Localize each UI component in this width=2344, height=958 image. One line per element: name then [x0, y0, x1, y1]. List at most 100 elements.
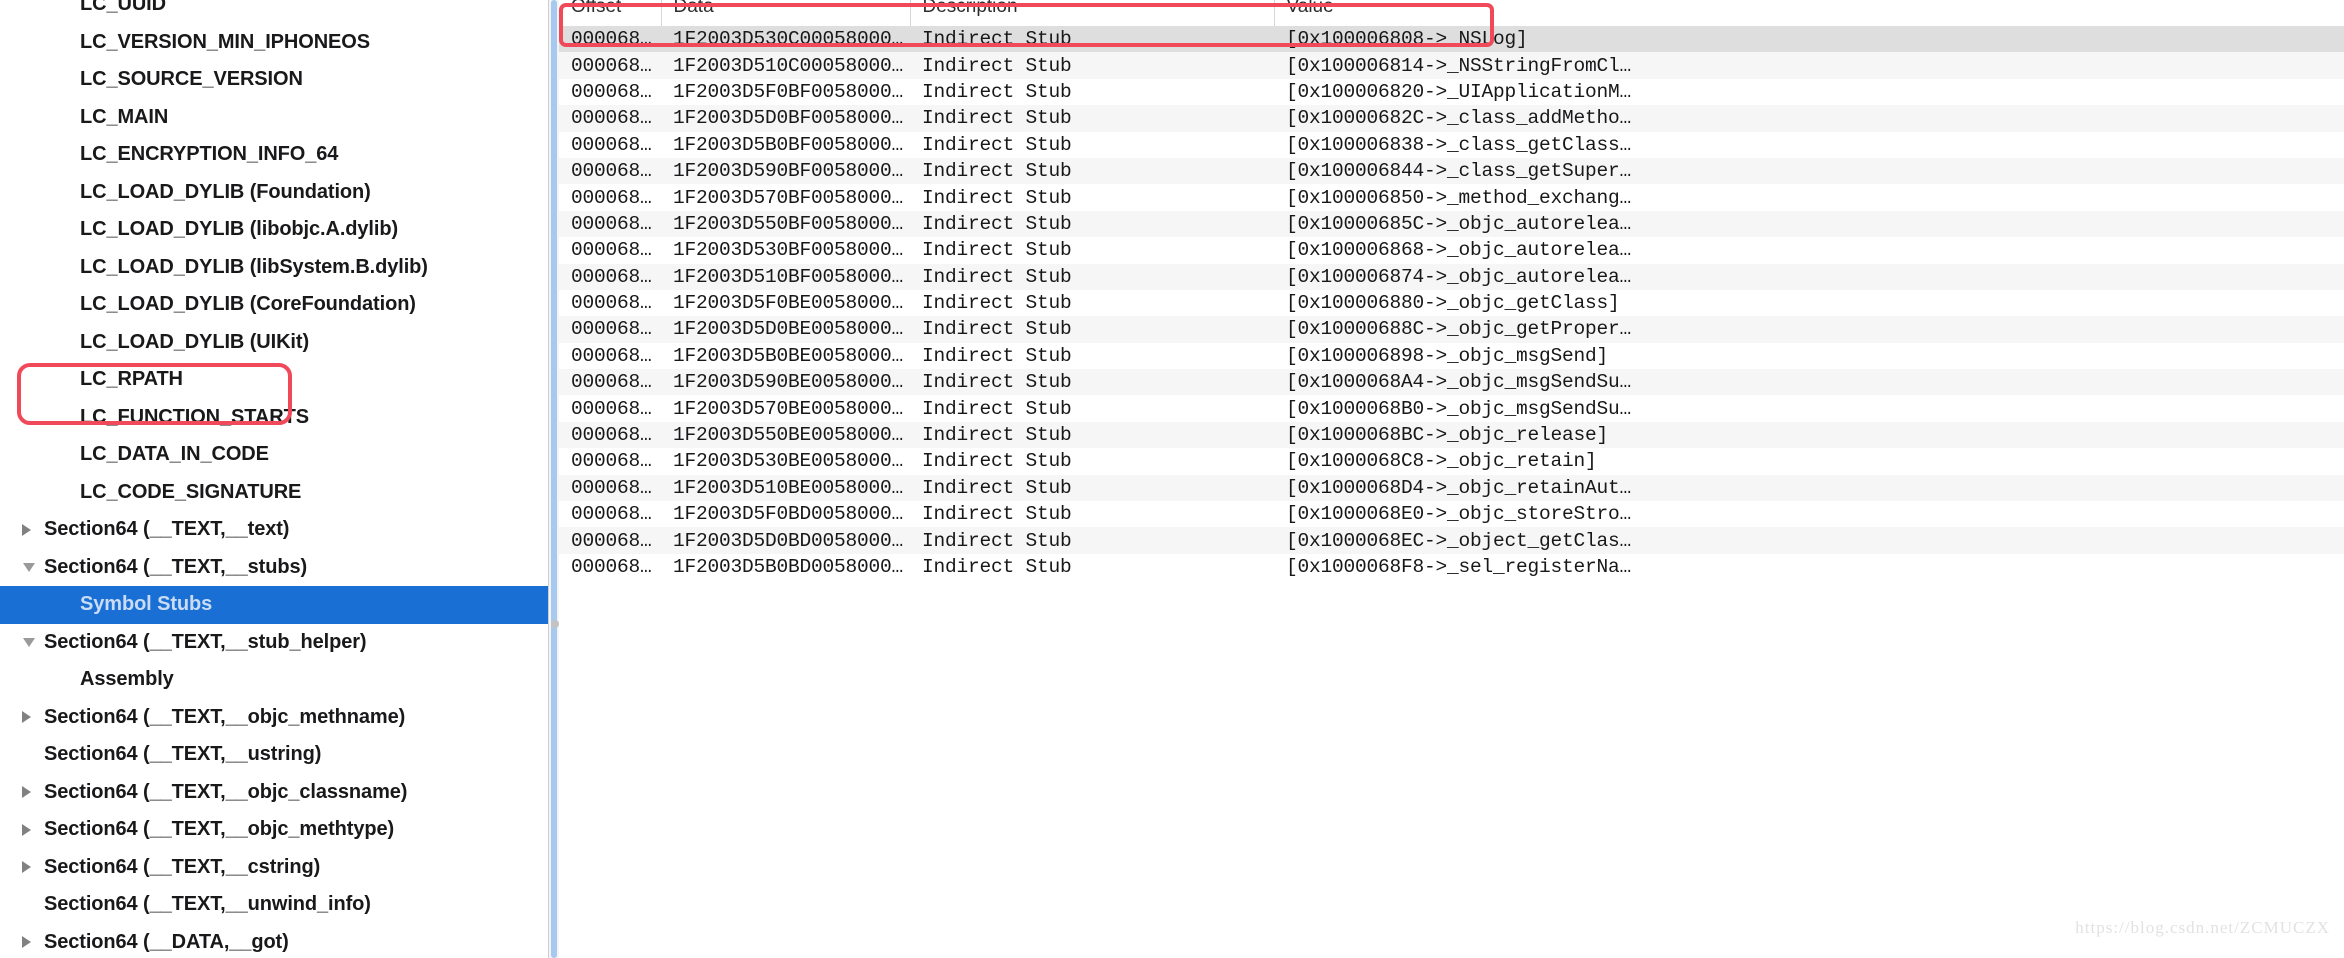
cell-value: [0x1000068D4->_objc_retainAut…	[1274, 474, 2344, 502]
cell-value: [0x1000068C8->_objc_retain]	[1274, 448, 2344, 475]
tree-item-label: LC_DATA_IN_CODE	[80, 443, 269, 466]
tree-item-label: LC_MAIN	[80, 105, 169, 128]
table-row[interactable]: 000068681F2003D530BF005800021FD6Indirect…	[559, 237, 2344, 264]
tree-item[interactable]: Section64 (__TEXT,__stubs)	[0, 549, 548, 587]
splitter-grip-handle[interactable]	[550, 620, 559, 628]
cell-data: 1F2003D530C0005800021FD6	[661, 26, 910, 53]
chevron-down-icon[interactable]	[22, 562, 42, 572]
cell-data: 1F2003D590BE005800021FD6	[661, 369, 910, 396]
table-row[interactable]: 0000682C1F2003D5D0BF005800021FD6Indirect…	[559, 105, 2344, 132]
cell-description: Indirect Stub	[910, 369, 1274, 396]
tree-item-label: Section64 (__DATA,__got)	[44, 930, 289, 953]
cell-data: 1F2003D570BE005800021FD6	[661, 395, 910, 422]
column-header-description[interactable]: Description	[910, 0, 1275, 26]
symbol-stubs-table: Offset Data Description Value 00006808 1F…	[559, 0, 2344, 581]
cell-description: Indirect Stub	[910, 105, 1274, 132]
cell-data: 1F2003D5D0BD005800021FD6	[661, 527, 910, 554]
tree-item[interactable]: LC_SOURCE_VERSION	[0, 61, 548, 99]
chevron-right-icon[interactable]	[22, 786, 42, 799]
chevron-right-icon[interactable]	[22, 861, 42, 874]
table-row[interactable]: 000068201F2003D5F0BF005800021FD6Indirect…	[559, 78, 2344, 106]
cell-offset: 00006880	[559, 289, 661, 317]
cell-value: [0x100006838->_class_getClass…	[1274, 131, 2344, 158]
tree-item[interactable]: LC_VERSION_MIN_IPHONEOS	[0, 24, 548, 62]
table-row[interactable]: 000068EC1F2003D5D0BD005800021FD6Indirect…	[559, 527, 2344, 554]
chevron-right-icon[interactable]	[22, 823, 42, 836]
tree-item[interactable]: Section64 (__TEXT,__objc_methtype)	[0, 811, 548, 849]
symbol-stubs-table-panel[interactable]: Offset Data Description Value 00006808 1F…	[559, 0, 2344, 958]
tree-item[interactable]: LC_LOAD_DYLIB (UIKit)	[0, 324, 548, 362]
table-row[interactable]: 000068981F2003D5B0BE005800021FD6Indirect…	[559, 342, 2344, 370]
cell-offset: 00006808	[559, 26, 661, 53]
load-commands-tree-panel[interactable]: LC_UUID LC_VERSION_MIN_IPHONEOS LC_SOURCE_…	[0, 0, 548, 958]
tree-item[interactable]: LC_CODE_SIGNATURE	[0, 474, 548, 512]
tree-item-label: Section64 (__TEXT,__objc_classname)	[44, 780, 408, 803]
tree-item[interactable]: Section64 (__TEXT,__ustring)	[0, 736, 548, 774]
cell-data: 1F2003D5D0BE005800021FD6	[661, 316, 910, 343]
tree-item-label: LC_LOAD_DYLIB (UIKit)	[80, 330, 310, 353]
cell-offset: 000068D4	[559, 474, 661, 502]
cell-data: 1F2003D550BF005800021FD6	[661, 210, 910, 238]
table-body[interactable]: 000068081F2003D530C0005800021FD6 Indirect…	[559, 26, 2344, 581]
table-row[interactable]: 000068A41F2003D590BE005800021FD6Indirect…	[559, 369, 2344, 396]
tree-item[interactable]: LC_UUID	[0, 0, 548, 24]
table-row[interactable]: 000068F81F2003D5B0BD005800021FD6Indirect…	[559, 553, 2344, 581]
tree-item-label: LC_LOAD_DYLIB (libobjc.A.dylib)	[80, 218, 399, 241]
tree-item[interactable]: LC_ENCRYPTION_INFO_64	[0, 136, 548, 174]
cell-offset: 00006874	[559, 263, 661, 290]
table-row[interactable]: 0000685C1F2003D550BF005800021FD6Indirect…	[559, 210, 2344, 238]
table-row[interactable]: 000068B01F2003D570BE005800021FD6Indirect…	[559, 395, 2344, 422]
cell-description: Indirect Stub	[910, 448, 1274, 475]
tree-item[interactable]: LC_MAIN	[0, 99, 548, 137]
column-header-offset[interactable]: Offset	[559, 0, 662, 26]
tree-item[interactable]: LC_LOAD_DYLIB (CoreFoundation)	[0, 286, 548, 324]
panel-splitter[interactable]	[548, 0, 559, 958]
tree-item[interactable]: Section64 (__TEXT,__objc_classname)	[0, 774, 548, 812]
tree-item[interactable]: Assembly	[0, 661, 548, 699]
tree-item[interactable]: LC_LOAD_DYLIB (Foundation)	[0, 174, 548, 212]
table-row[interactable]: 000068141F2003D510C0005800021FD6Indirect…	[559, 52, 2344, 79]
chevron-right-icon[interactable]	[22, 523, 42, 536]
tree-item[interactable]: Section64 (__TEXT,__unwind_info)	[0, 886, 548, 924]
table-row[interactable]: 000068BC1F2003D550BE005800021FD6Indirect…	[559, 421, 2344, 449]
mach-o-viewer-window: LC_UUID LC_VERSION_MIN_IPHONEOS LC_SOURCE_…	[0, 0, 2344, 958]
table-row[interactable]: 000068D41F2003D510BE005800021FD6Indirect…	[559, 474, 2344, 502]
tree-item[interactable]: LC_FUNCTION_STARTS	[0, 399, 548, 437]
tree-item[interactable]: LC_LOAD_DYLIB (libobjc.A.dylib)	[0, 211, 548, 249]
cell-data: 1F2003D550BE005800021FD6	[661, 421, 910, 449]
tree-item[interactable]: LC_LOAD_DYLIB (libSystem.B.dylib)	[0, 249, 548, 287]
tree-item[interactable]: Section64 (__TEXT,__stub_helper)	[0, 624, 548, 662]
column-header-value[interactable]: Value	[1274, 0, 2344, 26]
tree-item[interactable]: Section64 (__TEXT,__text)	[0, 511, 548, 549]
cell-description: Indirect Stub	[910, 527, 1274, 554]
chevron-right-icon[interactable]	[22, 936, 42, 949]
tree-item-label: LC_CODE_SIGNATURE	[80, 480, 302, 503]
cell-data: 1F2003D510BF005800021FD6	[661, 263, 910, 290]
table-row[interactable]: 000068081F2003D530C0005800021FD6Indirect…	[559, 26, 2344, 53]
chevron-down-icon[interactable]	[22, 637, 42, 647]
table-row[interactable]: 000068C81F2003D530BE005800021FD6Indirect…	[559, 448, 2344, 475]
table-row[interactable]: 000068501F2003D570BF005800021FD6Indirect…	[559, 184, 2344, 211]
tree-item-label: LC_LOAD_DYLIB (libSystem.B.dylib)	[80, 255, 428, 278]
tree-item[interactable]: LC_RPATH	[0, 361, 548, 399]
tree-item-label: LC_VERSION_MIN_IPHONEOS	[80, 30, 370, 53]
tree-item-label: Section64 (__TEXT,__cstring)	[44, 855, 321, 878]
cell-data: 1F2003D510BE005800021FD6	[661, 474, 910, 502]
table-row[interactable]: 000068441F2003D590BF005800021FD6Indirect…	[559, 157, 2344, 185]
tree-item[interactable]: Section64 (__DATA,__got)	[0, 924, 548, 958]
table-row[interactable]: 000068741F2003D510BF005800021FD6Indirect…	[559, 263, 2344, 290]
load-commands-tree[interactable]: LC_UUID LC_VERSION_MIN_IPHONEOS LC_SOURCE_…	[0, 0, 548, 958]
tree-item[interactable]: LC_DATA_IN_CODE	[0, 436, 548, 474]
cell-description: Indirect Stub	[910, 342, 1274, 370]
chevron-right-icon[interactable]	[22, 711, 42, 724]
tree-item[interactable]: Section64 (__TEXT,__cstring)	[0, 849, 548, 887]
cell-value: [0x100006844->_class_getSuper…	[1274, 157, 2344, 185]
tree-item[interactable]: Section64 (__TEXT,__objc_methname)	[0, 699, 548, 737]
table-row[interactable]: 0000688C1F2003D5D0BE005800021FD6Indirect…	[559, 316, 2344, 343]
table-row[interactable]: 000068381F2003D5B0BF005800021FD6Indirect…	[559, 131, 2344, 158]
column-header-data[interactable]: Data	[661, 0, 911, 26]
table-row[interactable]: 000068801F2003D5F0BE005800021FD6Indirect…	[559, 289, 2344, 317]
table-row[interactable]: 000068E01F2003D5F0BD005800021FD6Indirect…	[559, 501, 2344, 528]
tree-item[interactable]: Symbol Stubs	[0, 586, 548, 624]
cell-offset: 000068F8	[559, 553, 661, 581]
